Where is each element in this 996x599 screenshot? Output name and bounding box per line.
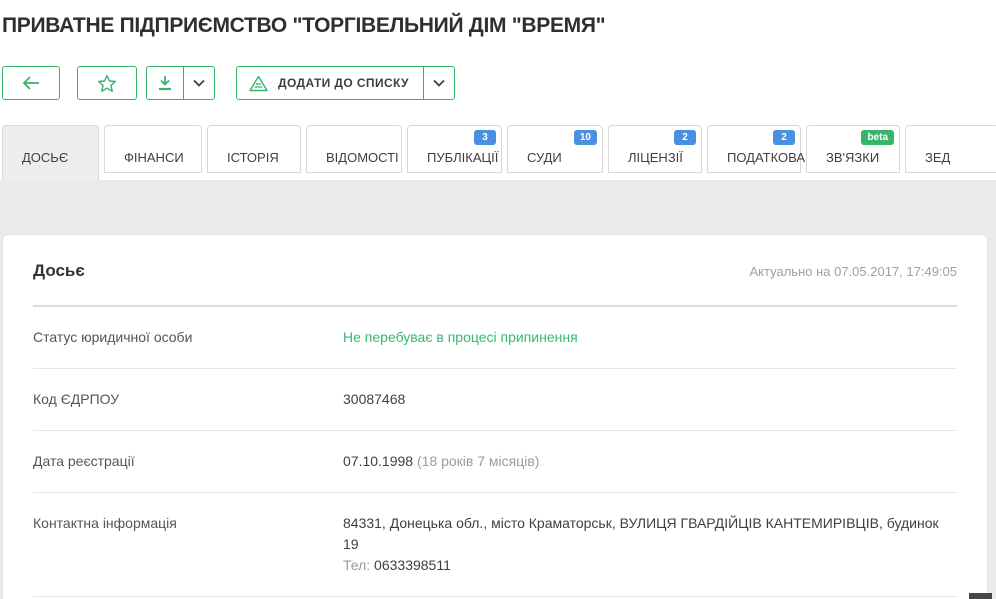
favorite-star-button[interactable]	[77, 66, 137, 100]
phone-label: Тел:	[343, 557, 370, 573]
back-button[interactable]	[2, 66, 60, 100]
row-registration-date: Дата реєстрації 07.10.1998 (18 років 7 м…	[33, 431, 957, 493]
address-value: 84331, Донецька обл., місто Краматорськ,…	[343, 513, 957, 555]
tabs-bar: ДОСЬЄ ФІНАНСИ ІСТОРІЯ ВІДОМОСТІ 3 ПУБЛІК…	[2, 125, 996, 180]
page-title: ПРИВАТНЕ ПІДПРИЄМСТВО "ТОРГІВЕЛЬНИЙ ДІМ …	[2, 14, 605, 38]
row-legal-status: Статус юридичної особи Не перебуває в пр…	[33, 307, 957, 369]
tab-label: ІСТОРІЯ	[227, 150, 279, 165]
tab-history[interactable]: ІСТОРІЯ	[207, 125, 301, 173]
tab-label: СУДИ	[527, 150, 562, 165]
row-label: Контактна інформація	[33, 513, 343, 576]
tab-badge: 2	[674, 130, 696, 145]
tab-tax[interactable]: 2 ПОДАТКОВА	[707, 125, 801, 173]
tab-label: ВІДОМОСТІ	[326, 150, 399, 165]
download-split-button	[146, 66, 215, 100]
registration-date-value: 07.10.1998	[343, 453, 413, 469]
chevron-down-icon	[193, 79, 205, 87]
add-to-list-button[interactable]: ДОДАТИ ДО СПИСКУ	[237, 67, 424, 99]
section-title: Досьє	[33, 261, 85, 281]
toolbar: ДОДАТИ ДО СПИСКУ	[2, 66, 455, 100]
legal-status-value: Не перебуває в процесі припинення	[343, 329, 578, 345]
tab-badge: 2	[773, 130, 795, 145]
download-button[interactable]	[147, 67, 184, 99]
triangle-list-icon	[249, 75, 268, 92]
row-edrpou: Код ЄДРПОУ 30087468	[33, 369, 957, 431]
bottom-right-dark-widget[interactable]	[969, 593, 992, 599]
registration-age-note: (18 років 7 місяців)	[417, 453, 539, 469]
row-label: Код ЄДРПОУ	[33, 389, 343, 410]
tab-finances[interactable]: ФІНАНСИ	[104, 125, 202, 173]
tab-relations[interactable]: beta ЗВ'ЯЗКИ	[806, 125, 900, 173]
tab-licenses[interactable]: 2 ЛІЦЕНЗІЇ	[608, 125, 702, 173]
tab-label: ЛІЦЕНЗІЇ	[628, 150, 683, 165]
company-profile-screen: ПРИВАТНЕ ПІДПРИЄМСТВО "ТОРГІВЕЛЬНИЙ ДІМ …	[0, 0, 996, 599]
tab-zed[interactable]: ЗЕД	[905, 125, 996, 173]
edrpou-value: 30087468	[343, 391, 405, 407]
add-to-list-split-button: ДОДАТИ ДО СПИСКУ	[236, 66, 455, 100]
tab-publications[interactable]: 3 ПУБЛІКАЦІЇ	[407, 125, 502, 173]
tab-label: ЗЕД	[925, 150, 950, 165]
tab-courts[interactable]: 10 СУДИ	[507, 125, 603, 173]
add-to-list-label: ДОДАТИ ДО СПИСКУ	[278, 76, 409, 90]
download-icon	[157, 75, 173, 91]
tab-label: ДОСЬЄ	[22, 150, 68, 165]
updated-timestamp: Актуально на 07.05.2017, 17:49:05	[750, 264, 957, 279]
phone-value: 0633398511	[374, 557, 451, 573]
row-label: Статус юридичної особи	[33, 327, 343, 348]
download-options-button[interactable]	[184, 67, 214, 99]
star-icon	[97, 74, 117, 93]
tab-badge: 3	[474, 130, 496, 145]
tab-label: ФІНАНСИ	[124, 150, 184, 165]
tab-label: ПУБЛІКАЦІЇ	[427, 150, 498, 165]
tab-details[interactable]: ВІДОМОСТІ	[306, 125, 402, 173]
row-label: Дата реєстрації	[33, 451, 343, 472]
tab-label: ПОДАТКОВА	[727, 150, 805, 165]
tab-dossier[interactable]: ДОСЬЄ	[2, 125, 99, 180]
tab-badge-beta: beta	[861, 130, 894, 145]
row-contact-info: Контактна інформація 84331, Донецька обл…	[33, 493, 957, 597]
add-to-list-options-button[interactable]	[424, 67, 454, 99]
tab-badge: 10	[574, 130, 597, 145]
chevron-down-icon	[433, 79, 445, 87]
dossier-card: Досьє Актуально на 07.05.2017, 17:49:05 …	[2, 234, 988, 599]
back-arrow-icon	[22, 76, 40, 90]
tab-label: ЗВ'ЯЗКИ	[826, 150, 879, 165]
dossier-card-header: Досьє Актуально на 07.05.2017, 17:49:05	[33, 235, 957, 281]
